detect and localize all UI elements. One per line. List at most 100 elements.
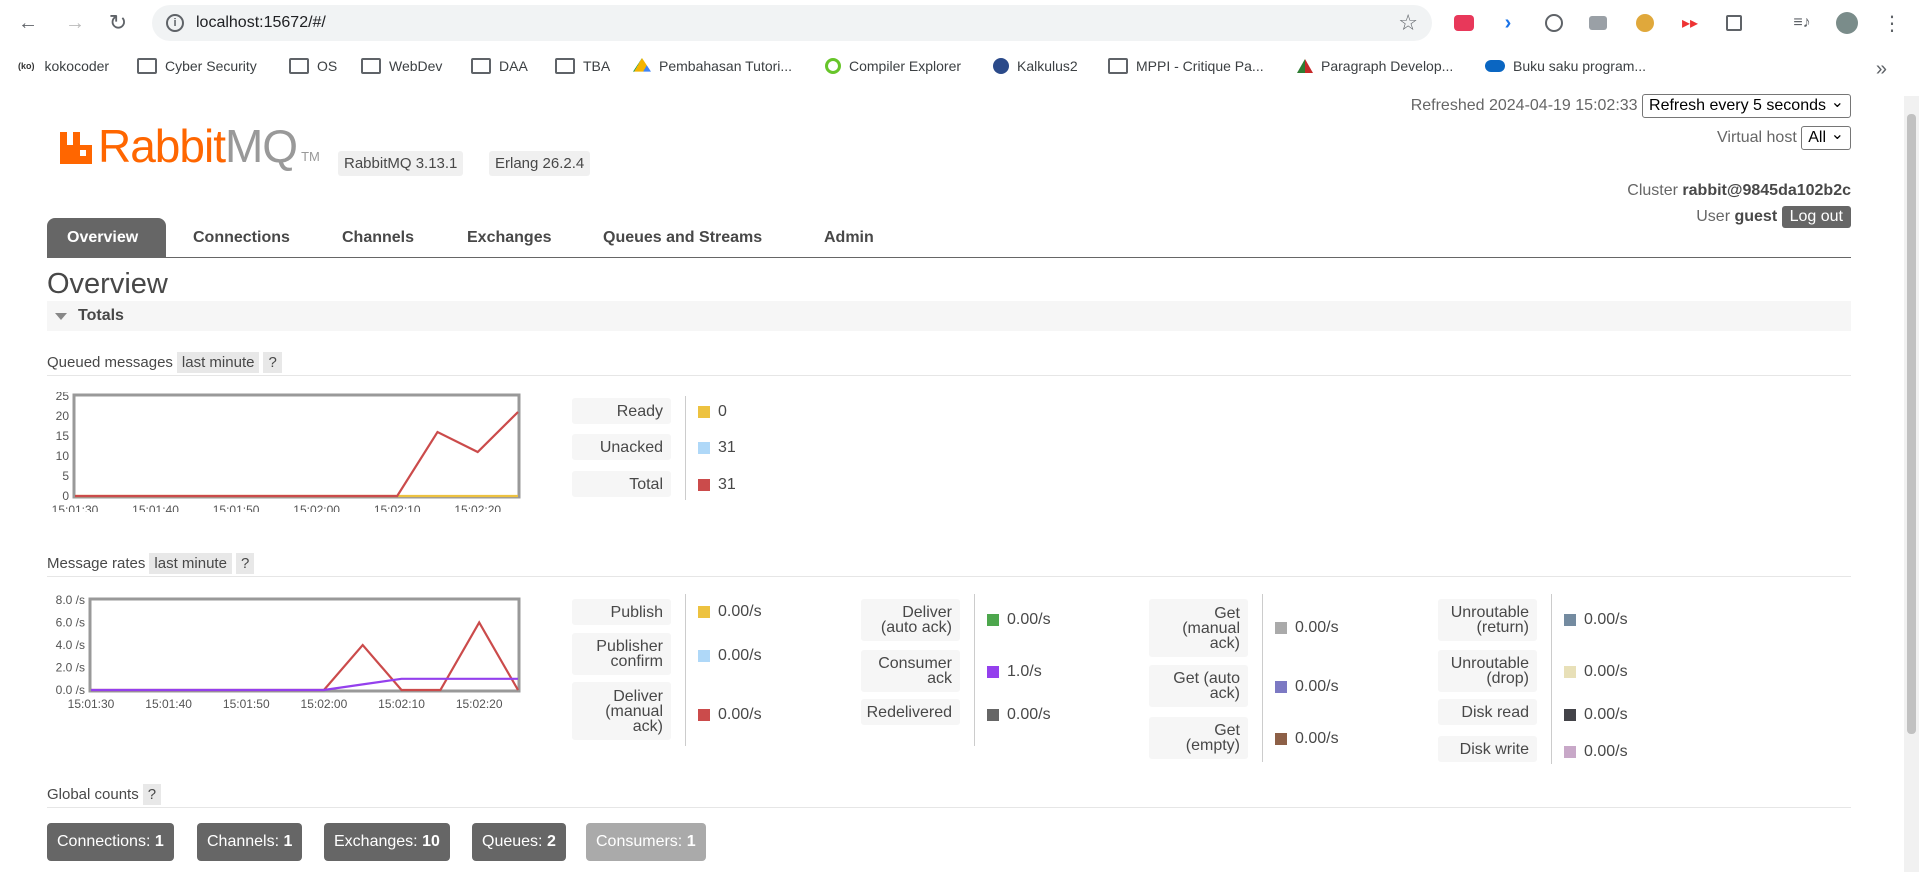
unroutable-return-value: 0.00/s: [1584, 611, 1628, 628]
legend-value: 0: [698, 403, 727, 421]
divider: [47, 375, 1851, 376]
totals-section-toggle[interactable]: Totals: [47, 301, 1851, 331]
virtual-host-select[interactable]: All: [1801, 124, 1851, 150]
media-control-icon[interactable]: ≡♪: [1790, 11, 1814, 35]
x-tick-label: 15:02:00: [301, 697, 348, 711]
tab-exchanges[interactable]: Exchanges: [447, 218, 571, 258]
scrollbar-thumb[interactable]: [1907, 114, 1916, 734]
back-icon[interactable]: ←: [14, 9, 42, 37]
reload-icon[interactable]: ↻: [104, 9, 132, 37]
refresh-interval-select[interactable]: Refresh every 5 seconds: [1642, 92, 1851, 118]
queued-messages-heading: Queued messages last minute ?: [47, 352, 282, 373]
legend-divider: [1262, 594, 1263, 762]
rabbitmq-logo[interactable]: RabbitMQ TM: [58, 123, 320, 169]
rabbitmq-version-badge: RabbitMQ 3.13.1: [338, 151, 464, 176]
more-bookmarks-icon[interactable]: »: [1876, 58, 1887, 81]
bookmark-os[interactable]: OS: [289, 58, 337, 74]
tab-admin[interactable]: Admin: [804, 218, 894, 258]
rates-help-button[interactable]: ?: [235, 553, 255, 574]
bookmark-label: WebDev: [389, 58, 443, 74]
forward-icon[interactable]: →: [61, 9, 89, 37]
get-manual-value: 0.00/s: [1295, 619, 1339, 636]
extension-red-play-icon[interactable]: ▸▸: [1678, 11, 1702, 35]
legend-value: 0.00/s: [1564, 663, 1628, 681]
queues-count-button[interactable]: Queues: 2: [472, 823, 566, 861]
channels-count-button[interactable]: Channels: 1: [197, 823, 303, 861]
x-tick-label: 15:02:00: [293, 503, 340, 512]
extension-circle-icon[interactable]: [1542, 11, 1566, 35]
bookmark-webdev[interactable]: WebDev: [361, 58, 442, 74]
queued-help-button[interactable]: ?: [263, 352, 282, 373]
legend-value: 0.00/s: [987, 706, 1051, 724]
legend-label: Get (empty): [1149, 717, 1248, 759]
profile-avatar[interactable]: [1835, 11, 1859, 35]
folder-icon: [555, 58, 575, 74]
bookmark-kokocoder[interactable]: (ko) kokocoder: [18, 58, 109, 74]
rates-range-chip[interactable]: last minute: [149, 553, 232, 574]
legend-label: Consumer ack: [861, 650, 960, 692]
legend-label: Get (auto ack): [1149, 665, 1248, 707]
chart-frame: [72, 393, 521, 499]
url-text[interactable]: localhost:15672/#/: [196, 14, 326, 32]
redelivered-swatch: [987, 709, 999, 721]
extensions-puzzle-icon[interactable]: [1722, 11, 1746, 35]
legend-label: Unacked: [572, 434, 671, 460]
y-tick-label: 5: [62, 469, 69, 483]
queued-range-chip[interactable]: last minute: [176, 352, 260, 373]
bookmark-cyber-security[interactable]: Cyber Security: [137, 58, 257, 74]
get-manual-swatch: [1275, 622, 1287, 634]
x-tick-label: 15:02:10: [374, 503, 421, 512]
site-info-icon[interactable]: i: [166, 14, 184, 32]
virtual-host-label: Virtual host: [1717, 129, 1797, 146]
bookmark-label: Buku saku program...: [1513, 58, 1647, 74]
consumers-count-button[interactable]: Consumers: 1: [586, 823, 706, 861]
disk-write-swatch: [1564, 746, 1576, 758]
logo-wordmark: RabbitMQ: [98, 123, 298, 169]
cluster-name: rabbit@9845da102b2c: [1682, 182, 1851, 199]
tab-queues-and-streams[interactable]: Queues and Streams: [583, 218, 782, 258]
total-value: 31: [718, 476, 736, 493]
bookmark-star-icon[interactable]: ☆: [1398, 10, 1418, 36]
menu-kebab-icon[interactable]: ⋮: [1880, 11, 1904, 35]
logo-rabbit-text: Rabbit: [98, 120, 226, 172]
tab-connections[interactable]: Connections: [173, 218, 310, 258]
y-tick-label: 0.0 /s: [56, 683, 85, 697]
address-bar[interactable]: i localhost:15672/#/ ☆: [152, 5, 1432, 41]
unroutable-drop-swatch: [1564, 666, 1576, 678]
legend-divider: [974, 594, 975, 746]
page-scrollbar[interactable]: [1904, 96, 1919, 872]
deliver-auto-value: 0.00/s: [1007, 611, 1051, 628]
legend-divider: [1551, 594, 1552, 764]
disk-read-swatch: [1564, 709, 1576, 721]
unroutable-drop-value: 0.00/s: [1584, 663, 1628, 680]
extension-grid-icon[interactable]: [1586, 11, 1610, 35]
bookmark-paragraph[interactable]: Paragraph Develop...: [1297, 58, 1453, 74]
folder-icon: [289, 58, 309, 74]
extension-blue-arrow-icon[interactable]: ›: [1496, 11, 1520, 35]
bookmark-kalkulus2[interactable]: Kalkulus2: [993, 58, 1078, 74]
bookmark-buku-saku[interactable]: Buku saku program...: [1485, 58, 1646, 74]
bookmark-pembahasan[interactable]: Pembahasan Tutori...: [633, 58, 792, 74]
legend-value: 0.00/s: [1275, 730, 1339, 748]
bookmark-daa[interactable]: DAA: [471, 58, 528, 74]
connections-count-button[interactable]: Connections: 1: [47, 823, 174, 861]
disk-write-value: 0.00/s: [1584, 743, 1628, 760]
tab-overview[interactable]: Overview: [47, 218, 166, 258]
bookmark-tba[interactable]: TBA: [555, 58, 610, 74]
global-help-button[interactable]: ?: [142, 784, 162, 805]
bookmark-label: Kalkulus2: [1017, 58, 1078, 74]
count-label: Queues:: [482, 833, 543, 850]
extension-dog-icon[interactable]: [1633, 11, 1657, 35]
get-empty-swatch: [1275, 733, 1287, 745]
count-label: Exchanges:: [334, 833, 418, 850]
bookmark-mppi[interactable]: MPPI - Critique Pa...: [1108, 58, 1264, 74]
x-tick-label: 15:01:50: [213, 503, 260, 512]
queued-messages-title: Queued messages: [47, 354, 173, 371]
legend-value: 1.0/s: [987, 663, 1042, 681]
legend-value: 0.00/s: [987, 611, 1051, 629]
bookmark-compiler-explorer[interactable]: Compiler Explorer: [825, 58, 961, 74]
extension-red-icon[interactable]: [1452, 11, 1476, 35]
tab-channels[interactable]: Channels: [322, 218, 434, 258]
count-label: Consumers:: [596, 833, 683, 850]
exchanges-count-button[interactable]: Exchanges: 10: [324, 823, 450, 861]
